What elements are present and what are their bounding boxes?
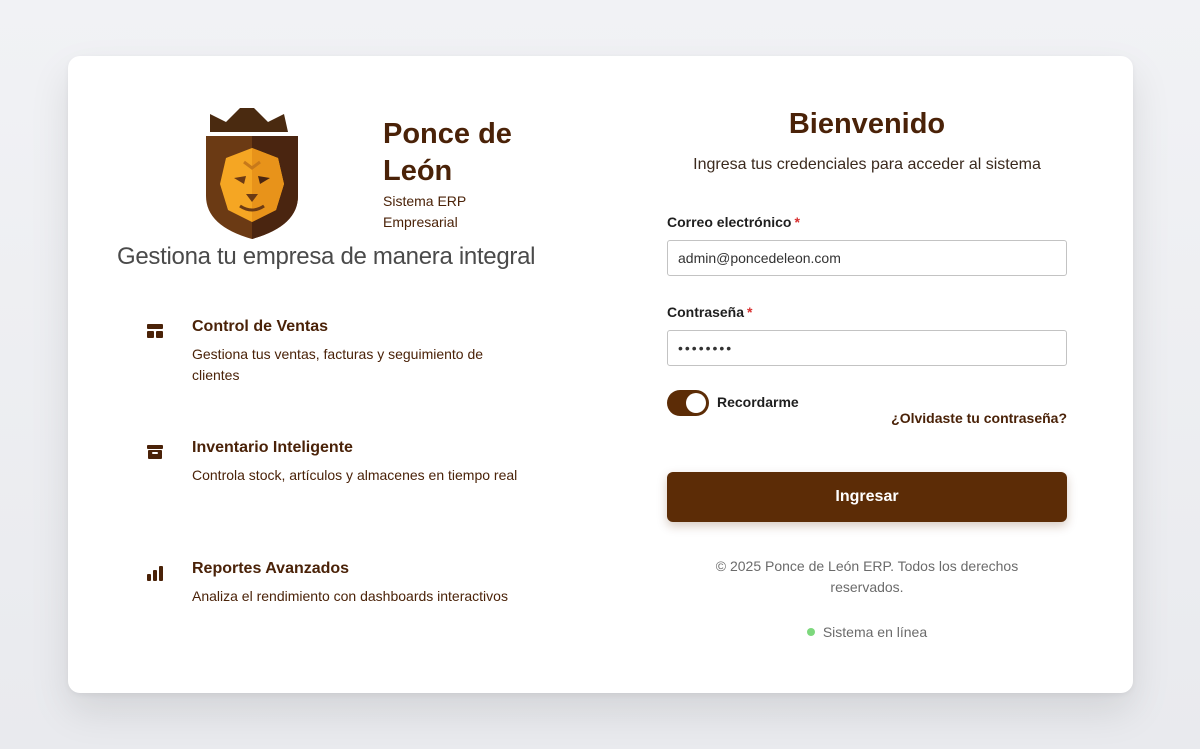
feature-title: Inventario Inteligente [192, 439, 353, 456]
brand-tagline: Gestiona tu empresa de manera integral [117, 243, 536, 270]
feature-description: Controla stock, artículos y almacenes en… [192, 467, 518, 483]
layout-icon [147, 324, 163, 338]
bar-chart-icon [147, 566, 163, 581]
login-title: Bienvenido [788, 108, 946, 140]
password-label: Contraseña * [667, 304, 753, 320]
feature-title: Reportes Avanzados [192, 560, 350, 577]
login-card: Ponce de León Sistema ERP Empresarial Ge… [68, 56, 1133, 693]
login-button[interactable]: Ingresar [667, 472, 1067, 522]
feature-title: Control de Ventas [192, 318, 329, 335]
toggle-knob [686, 393, 706, 413]
lion-shield-logo-icon [206, 108, 298, 239]
email-input[interactable] [667, 240, 1067, 276]
feature-description: Analiza el rendimiento con dashboards in… [192, 588, 508, 604]
remember-label[interactable]: Recordarme [717, 394, 799, 410]
status-dot-icon [806, 628, 815, 636]
brand-name: Ponce de León [383, 118, 512, 187]
email-label: Correo electrónico * [667, 214, 800, 230]
required-mark: * [794, 214, 800, 230]
archive-box-icon [147, 445, 163, 459]
required-mark: * [747, 304, 753, 320]
feature-description: Gestiona tus ventas, facturas y seguimie… [192, 346, 484, 383]
remember-toggle[interactable] [667, 390, 709, 416]
login-subtitle: Ingresa tus credenciales para acceder al… [693, 156, 1041, 173]
copyright-text: © 2025 Ponce de León ERP. Todos los dere… [715, 558, 1019, 595]
password-input[interactable] [667, 330, 1067, 366]
brand-subtitle: Sistema ERP Empresarial [383, 193, 466, 230]
system-status: Sistema en línea [667, 624, 1067, 640]
forgot-password-link[interactable]: ¿Olvidaste tu contraseña? [767, 410, 1067, 426]
